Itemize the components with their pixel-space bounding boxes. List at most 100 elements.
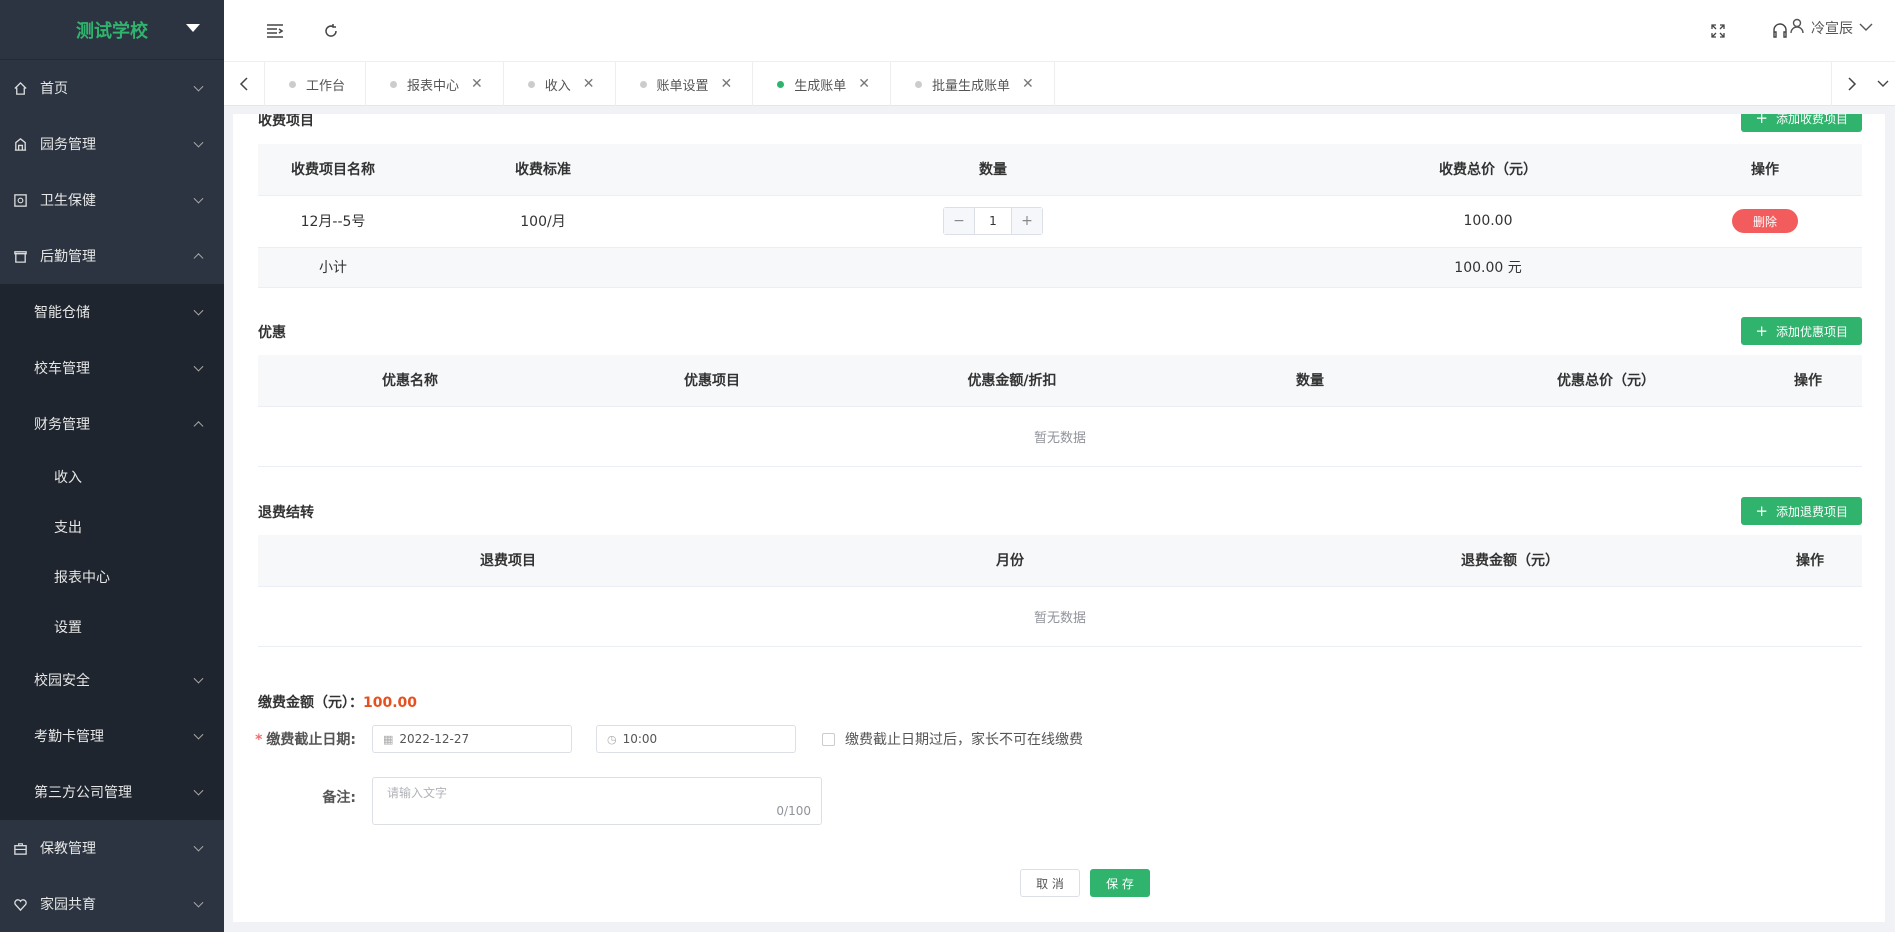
sidebar-item-label: 保教管理 bbox=[40, 841, 96, 857]
fee-total: 100.00 bbox=[1308, 195, 1668, 248]
heart-icon bbox=[12, 896, 28, 912]
logistics-icon bbox=[12, 248, 28, 264]
chevron-down-icon bbox=[193, 137, 204, 148]
tab-label: 生成账单 bbox=[794, 78, 847, 94]
sidebar-item-settings[interactable]: 设置 bbox=[0, 602, 224, 652]
tab-status-dot bbox=[639, 80, 647, 88]
tab-workbench[interactable]: 工作台 bbox=[264, 62, 365, 106]
sidebar-item-label: 第三方公司管理 bbox=[34, 785, 132, 801]
fee-standard: 100/月 bbox=[408, 195, 678, 248]
tab-label: 工作台 bbox=[306, 78, 346, 94]
sidebar-item-label: 后勤管理 bbox=[40, 249, 96, 265]
close-icon[interactable]: ✕ bbox=[583, 76, 595, 92]
column-header: 收费项目名称 bbox=[258, 144, 408, 196]
close-icon[interactable]: ✕ bbox=[471, 76, 483, 92]
sidebar-item-home-school[interactable]: 家园共育 bbox=[0, 876, 224, 932]
column-header: 数量 bbox=[1162, 355, 1458, 407]
time-value: 10:00 bbox=[622, 732, 658, 746]
caret-down-icon[interactable] bbox=[186, 24, 200, 32]
sidebar-item-reports[interactable]: 报表中心 bbox=[0, 552, 224, 602]
refresh-icon[interactable] bbox=[320, 20, 342, 42]
table-row: 12月--5号 100/月 − 1 + 100.00 删除 bbox=[258, 195, 1862, 248]
clock-icon: ◷ bbox=[607, 732, 617, 746]
sidebar-item-label: 收入 bbox=[54, 470, 82, 486]
sidebar: 测试学校 首页 园务管理 卫生保健 后勤管理 智能仓储 校车管理 财务管理 收入… bbox=[0, 0, 224, 932]
menu-fold-icon[interactable] bbox=[264, 20, 286, 42]
add-refund-button[interactable]: + 添加退费项目 bbox=[1741, 497, 1862, 525]
save-button[interactable]: 保 存 bbox=[1090, 869, 1150, 897]
headset-icon[interactable] bbox=[1769, 20, 1791, 42]
tab-scroll-right-icon[interactable] bbox=[1831, 62, 1871, 106]
chevron-down-icon bbox=[193, 785, 204, 796]
subtotal-value: 100.00 元 bbox=[1308, 247, 1668, 288]
fullscreen-icon[interactable] bbox=[1707, 20, 1729, 42]
tab-generate-bill[interactable]: 生成账单 ✕ bbox=[752, 62, 890, 106]
add-fee-item-button[interactable]: + 添加收费项目 bbox=[1741, 114, 1862, 132]
sidebar-item-label: 卫生保健 bbox=[40, 193, 96, 209]
tab-scroll-left-icon[interactable] bbox=[224, 62, 264, 105]
sidebar-item-label: 园务管理 bbox=[40, 137, 96, 153]
sidebar-item-attendance-card[interactable]: 考勤卡管理 bbox=[0, 708, 224, 764]
increment-button[interactable]: + bbox=[1012, 208, 1042, 234]
chevron-up-icon bbox=[193, 421, 204, 432]
tab-label: 收入 bbox=[544, 78, 571, 94]
sidebar-item-label: 支出 bbox=[54, 520, 82, 536]
sidebar-item-home[interactable]: 首页 bbox=[0, 60, 224, 116]
close-icon[interactable]: ✕ bbox=[721, 76, 733, 92]
cancel-button[interactable]: 取 消 bbox=[1020, 869, 1080, 897]
close-icon[interactable]: ✕ bbox=[1022, 76, 1034, 92]
sidebar-item-health[interactable]: 卫生保健 bbox=[0, 172, 224, 228]
tab-status-dot bbox=[777, 80, 785, 88]
refund-table: 退费项目 月份 退费金额（元） 操作 bbox=[258, 535, 1862, 587]
sidebar-item-finance[interactable]: 财务管理 bbox=[0, 396, 224, 452]
sidebar-item-income[interactable]: 收入 bbox=[0, 452, 224, 502]
briefcase-icon bbox=[12, 840, 28, 856]
column-header: 收费总价（元） bbox=[1308, 144, 1668, 196]
sidebar-item-bus[interactable]: 校车管理 bbox=[0, 340, 224, 396]
subtotal-label: 小计 bbox=[258, 247, 408, 288]
block-online-payment-option[interactable]: 缴费截止日期过后，家长不可在线缴费 bbox=[822, 729, 1083, 749]
quantity-stepper: − 1 + bbox=[943, 207, 1043, 235]
health-icon bbox=[12, 192, 28, 208]
tab-status-dot bbox=[915, 80, 923, 88]
close-icon[interactable]: ✕ bbox=[858, 76, 870, 92]
deadline-label: 缴费截止日期: bbox=[266, 732, 356, 748]
brand-name: 测试学校 bbox=[76, 20, 148, 42]
sidebar-item-logistics[interactable]: 后勤管理 bbox=[0, 228, 224, 284]
fee-items-title: 收费项目 bbox=[258, 114, 314, 129]
sidebar-item-storage[interactable]: 智能仓储 bbox=[0, 284, 224, 340]
form-actions: 取 消 保 存 bbox=[1020, 869, 1150, 897]
decrement-button[interactable]: − bbox=[944, 208, 974, 234]
sidebar-item-label: 考勤卡管理 bbox=[34, 729, 104, 745]
button-label: 添加优惠项目 bbox=[1775, 324, 1848, 339]
column-header: 退费金额（元） bbox=[1262, 535, 1758, 587]
column-header: 退费项目 bbox=[258, 535, 758, 587]
tab-status-dot bbox=[527, 80, 535, 88]
top-header: 冷宣辰 bbox=[224, 0, 1895, 62]
sidebar-item-third-party[interactable]: 第三方公司管理 bbox=[0, 764, 224, 820]
add-discount-button[interactable]: + 添加优惠项目 bbox=[1741, 317, 1862, 345]
user-menu[interactable]: 冷宣辰 bbox=[1789, 18, 1873, 38]
block-online-payment-checkbox[interactable] bbox=[822, 732, 835, 746]
sidebar-item-campus[interactable]: 园务管理 bbox=[0, 116, 224, 172]
deadline-date-input[interactable]: ▦ 2022-12-27 bbox=[372, 725, 572, 753]
remark-textarea[interactable]: 请输入文字 0/100 bbox=[372, 777, 822, 825]
remark-placeholder: 请输入文字 bbox=[387, 786, 448, 800]
column-header: 优惠金额/折扣 bbox=[862, 355, 1162, 407]
user-icon bbox=[1789, 18, 1805, 38]
sidebar-item-label: 智能仓储 bbox=[34, 305, 90, 321]
column-header: 操作 bbox=[1758, 535, 1862, 587]
tab-reports[interactable]: 报表中心 ✕ bbox=[365, 62, 503, 106]
sidebar-item-security[interactable]: 校园安全 bbox=[0, 652, 224, 708]
tab-bill-settings[interactable]: 账单设置 ✕ bbox=[614, 62, 753, 106]
tab-batch-generate-bill[interactable]: 批量生成账单 ✕ bbox=[890, 62, 1055, 106]
payment-amount-line: 缴费金额（元）：100.00 bbox=[258, 692, 417, 712]
brand[interactable]: 测试学校 bbox=[0, 0, 224, 60]
delete-button[interactable]: 删除 bbox=[1732, 209, 1798, 233]
sidebar-item-expense[interactable]: 支出 bbox=[0, 502, 224, 552]
tab-income[interactable]: 收入 ✕ bbox=[502, 62, 615, 106]
quantity-value[interactable]: 1 bbox=[974, 208, 1012, 234]
deadline-time-input[interactable]: ◷ 10:00 bbox=[596, 725, 796, 753]
sidebar-item-education[interactable]: 保教管理 bbox=[0, 820, 224, 876]
tab-more-chevron-icon[interactable] bbox=[1871, 62, 1895, 106]
